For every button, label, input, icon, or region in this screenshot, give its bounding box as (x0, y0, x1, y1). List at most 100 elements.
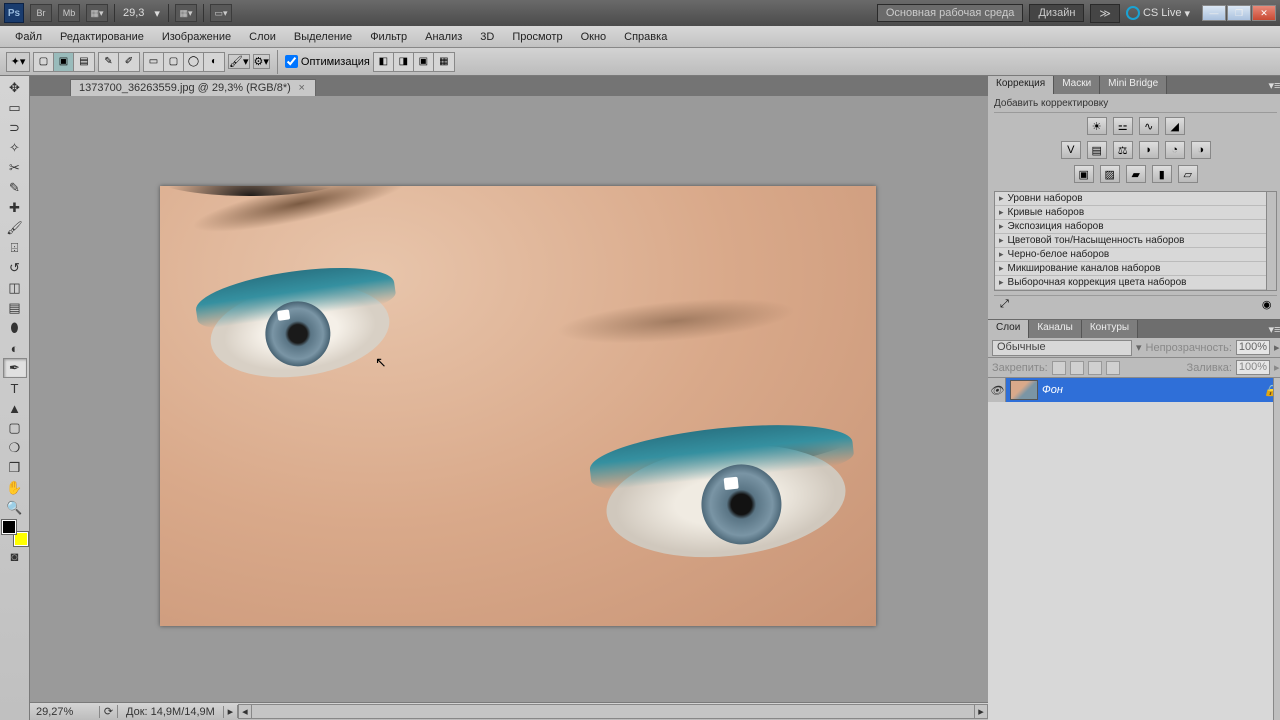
adj-brightness-icon[interactable]: ☀ (1087, 117, 1107, 135)
stamp-tool-icon[interactable]: ⌹ (3, 238, 27, 258)
healing-tool-icon[interactable]: ✚ (3, 198, 27, 218)
preset-item[interactable]: Уровни наборов (995, 192, 1276, 206)
eyedropper-tool-icon[interactable]: ✎ (3, 178, 27, 198)
adj-poster-icon[interactable]: ▨ (1100, 165, 1120, 183)
fill-value[interactable]: 100% (1236, 360, 1270, 375)
preset-item[interactable]: Выборочная коррекция цвета наборов (995, 276, 1276, 290)
foreground-color-swatch[interactable] (2, 520, 16, 534)
layer-row[interactable]: 👁 Фон 🔒 (988, 378, 1280, 402)
adj-curves-icon[interactable]: ∿ (1139, 117, 1159, 135)
eraser-tool-icon[interactable]: ◫ (3, 278, 27, 298)
adj-bw-icon[interactable]: ◗ (1139, 141, 1159, 159)
history-brush-tool-icon[interactable]: ↺ (3, 258, 27, 278)
tab-layers[interactable]: Слои (988, 320, 1029, 338)
align3-icon[interactable]: ▣ (414, 53, 434, 71)
selmode-new-icon[interactable]: ▢ (34, 53, 54, 71)
zoom-level-text[interactable]: 29,3 (121, 7, 146, 19)
menu-image[interactable]: Изображение (153, 28, 240, 46)
background-color-swatch[interactable] (14, 532, 28, 546)
adj-vibrance-icon[interactable]: V (1061, 141, 1081, 159)
dropdown-icon[interactable]: ▸ (1274, 341, 1280, 354)
menu-window[interactable]: Окно (572, 28, 616, 46)
adj-invert-icon[interactable]: ▣ (1074, 165, 1094, 183)
preset-item[interactable]: Черно-белое наборов (995, 248, 1276, 262)
pen-tool-icon[interactable]: ✒ (3, 358, 27, 378)
menu-select[interactable]: Выделение (285, 28, 361, 46)
adj-colorbal-icon[interactable]: ⚖ (1113, 141, 1133, 159)
optimize-checkbox[interactable]: Оптимизация (285, 55, 370, 68)
selmode-sub-icon[interactable]: ▤ (74, 53, 94, 71)
shape-roundrect-icon[interactable]: ▢ (164, 53, 184, 71)
preset-item[interactable]: Цветовой тон/Насыщенность наборов (995, 234, 1276, 248)
status-menu-icon[interactable]: ▸ (224, 705, 238, 718)
screen-mode-icon[interactable]: ▭▾ (210, 4, 232, 22)
align2-icon[interactable]: ◨ (394, 53, 414, 71)
cslive-button[interactable]: CS Live ▾ (1126, 6, 1190, 20)
current-tool-icon[interactable]: ✦▾ (6, 52, 30, 72)
selmode-add-icon[interactable]: ▣ (54, 53, 74, 71)
menu-view[interactable]: Просмотр (503, 28, 571, 46)
wand-tool-icon[interactable]: ✧ (3, 138, 27, 158)
3d-tool-icon[interactable]: ❍ (3, 438, 27, 458)
panel-menu-icon[interactable]: ▾≡ (1265, 76, 1280, 94)
crop-tool-icon[interactable]: ✂ (3, 158, 27, 178)
adj-clip-icon[interactable]: ◉ (1262, 298, 1272, 311)
menu-layer[interactable]: Слои (240, 28, 285, 46)
tab-minibridge[interactable]: Mini Bridge (1100, 76, 1167, 94)
blend-mode-select[interactable]: Обычные (992, 340, 1132, 356)
layer-scrollbar[interactable] (1273, 378, 1280, 720)
shape-tool-icon[interactable]: ▢ (3, 418, 27, 438)
menu-filter[interactable]: Фильтр (361, 28, 416, 46)
document-tab[interactable]: 1373700_36263559.jpg @ 29,3% (RGB/8*) × (70, 79, 316, 96)
tab-masks[interactable]: Маски (1054, 76, 1100, 94)
adj-selcolor-icon[interactable]: ▱ (1178, 165, 1198, 183)
preset-item[interactable]: Экспозиция наборов (995, 220, 1276, 234)
h-scrollbar[interactable]: ◂ ▸ (238, 704, 988, 719)
brush-tool-icon[interactable]: 🖌 (3, 218, 27, 238)
blur-tool-icon[interactable]: ⬮ (3, 318, 27, 338)
menu-3d[interactable]: 3D (471, 28, 503, 46)
layer-thumbnail[interactable] (1010, 380, 1038, 400)
align4-icon[interactable]: ▦ (434, 53, 454, 71)
preset-item[interactable]: Микширование каналов наборов (995, 262, 1276, 276)
tab-adjustments[interactable]: Коррекция (988, 76, 1054, 94)
optimize-check-input[interactable] (285, 55, 298, 68)
dropdown-icon[interactable]: ▸ (1274, 361, 1280, 374)
path-select-tool-icon[interactable]: ▲ (3, 398, 27, 418)
quickmask-icon[interactable]: ◙ (3, 546, 27, 566)
document-canvas[interactable] (160, 186, 876, 626)
minimize-button[interactable]: — (1202, 5, 1226, 21)
view-extras-icon[interactable]: ▦▾ (86, 4, 108, 22)
lock-position-icon[interactable] (1088, 361, 1102, 375)
gradient-tool-icon[interactable]: ▤ (3, 298, 27, 318)
move-tool-icon[interactable]: ✥ (3, 78, 27, 98)
menu-file[interactable]: Файл (6, 28, 51, 46)
menu-help[interactable]: Справка (615, 28, 676, 46)
shape-rect-icon[interactable]: ▭ (144, 53, 164, 71)
dropdown-icon[interactable]: ▾ (152, 7, 162, 20)
status-docsize[interactable]: Док: 14,9М/14,9М (118, 706, 224, 718)
adj-thresh-icon[interactable]: ▰ (1126, 165, 1146, 183)
shape-ellipse-icon[interactable]: ◯ (184, 53, 204, 71)
brush-preset-icon[interactable]: 🖌▾ (228, 54, 250, 69)
maximize-button[interactable]: ❐ (1227, 5, 1251, 21)
panel-menu-icon[interactable]: ▾≡ (1265, 320, 1280, 338)
lock-pixels-icon[interactable] (1070, 361, 1084, 375)
layer-visibility-icon[interactable]: 👁 (988, 378, 1006, 402)
opacity-value[interactable]: 100% (1236, 340, 1270, 355)
marquee-tool-icon[interactable]: ▭ (3, 98, 27, 118)
zoom-tool-icon[interactable]: 🔍 (3, 498, 27, 518)
close-tab-icon[interactable]: × (297, 83, 307, 93)
workspace-essentials-button[interactable]: Основная рабочая среда (877, 4, 1024, 22)
lock-transparent-icon[interactable] (1052, 361, 1066, 375)
hand-tool-icon[interactable]: ✋ (3, 478, 27, 498)
dropdown-icon[interactable]: ▾ (1136, 341, 1142, 354)
scroll-right-icon[interactable]: ▸ (974, 704, 988, 719)
adj-exposure-icon[interactable]: ◢ (1165, 117, 1185, 135)
mode-brush-icon[interactable]: ✐ (119, 53, 139, 71)
tab-paths[interactable]: Контуры (1082, 320, 1138, 338)
close-button[interactable]: ✕ (1252, 5, 1276, 21)
dodge-tool-icon[interactable]: ◐ (3, 338, 27, 358)
status-info-icon[interactable]: ⟳ (100, 705, 118, 718)
adj-chmix-icon[interactable]: ◑ (1191, 141, 1211, 159)
